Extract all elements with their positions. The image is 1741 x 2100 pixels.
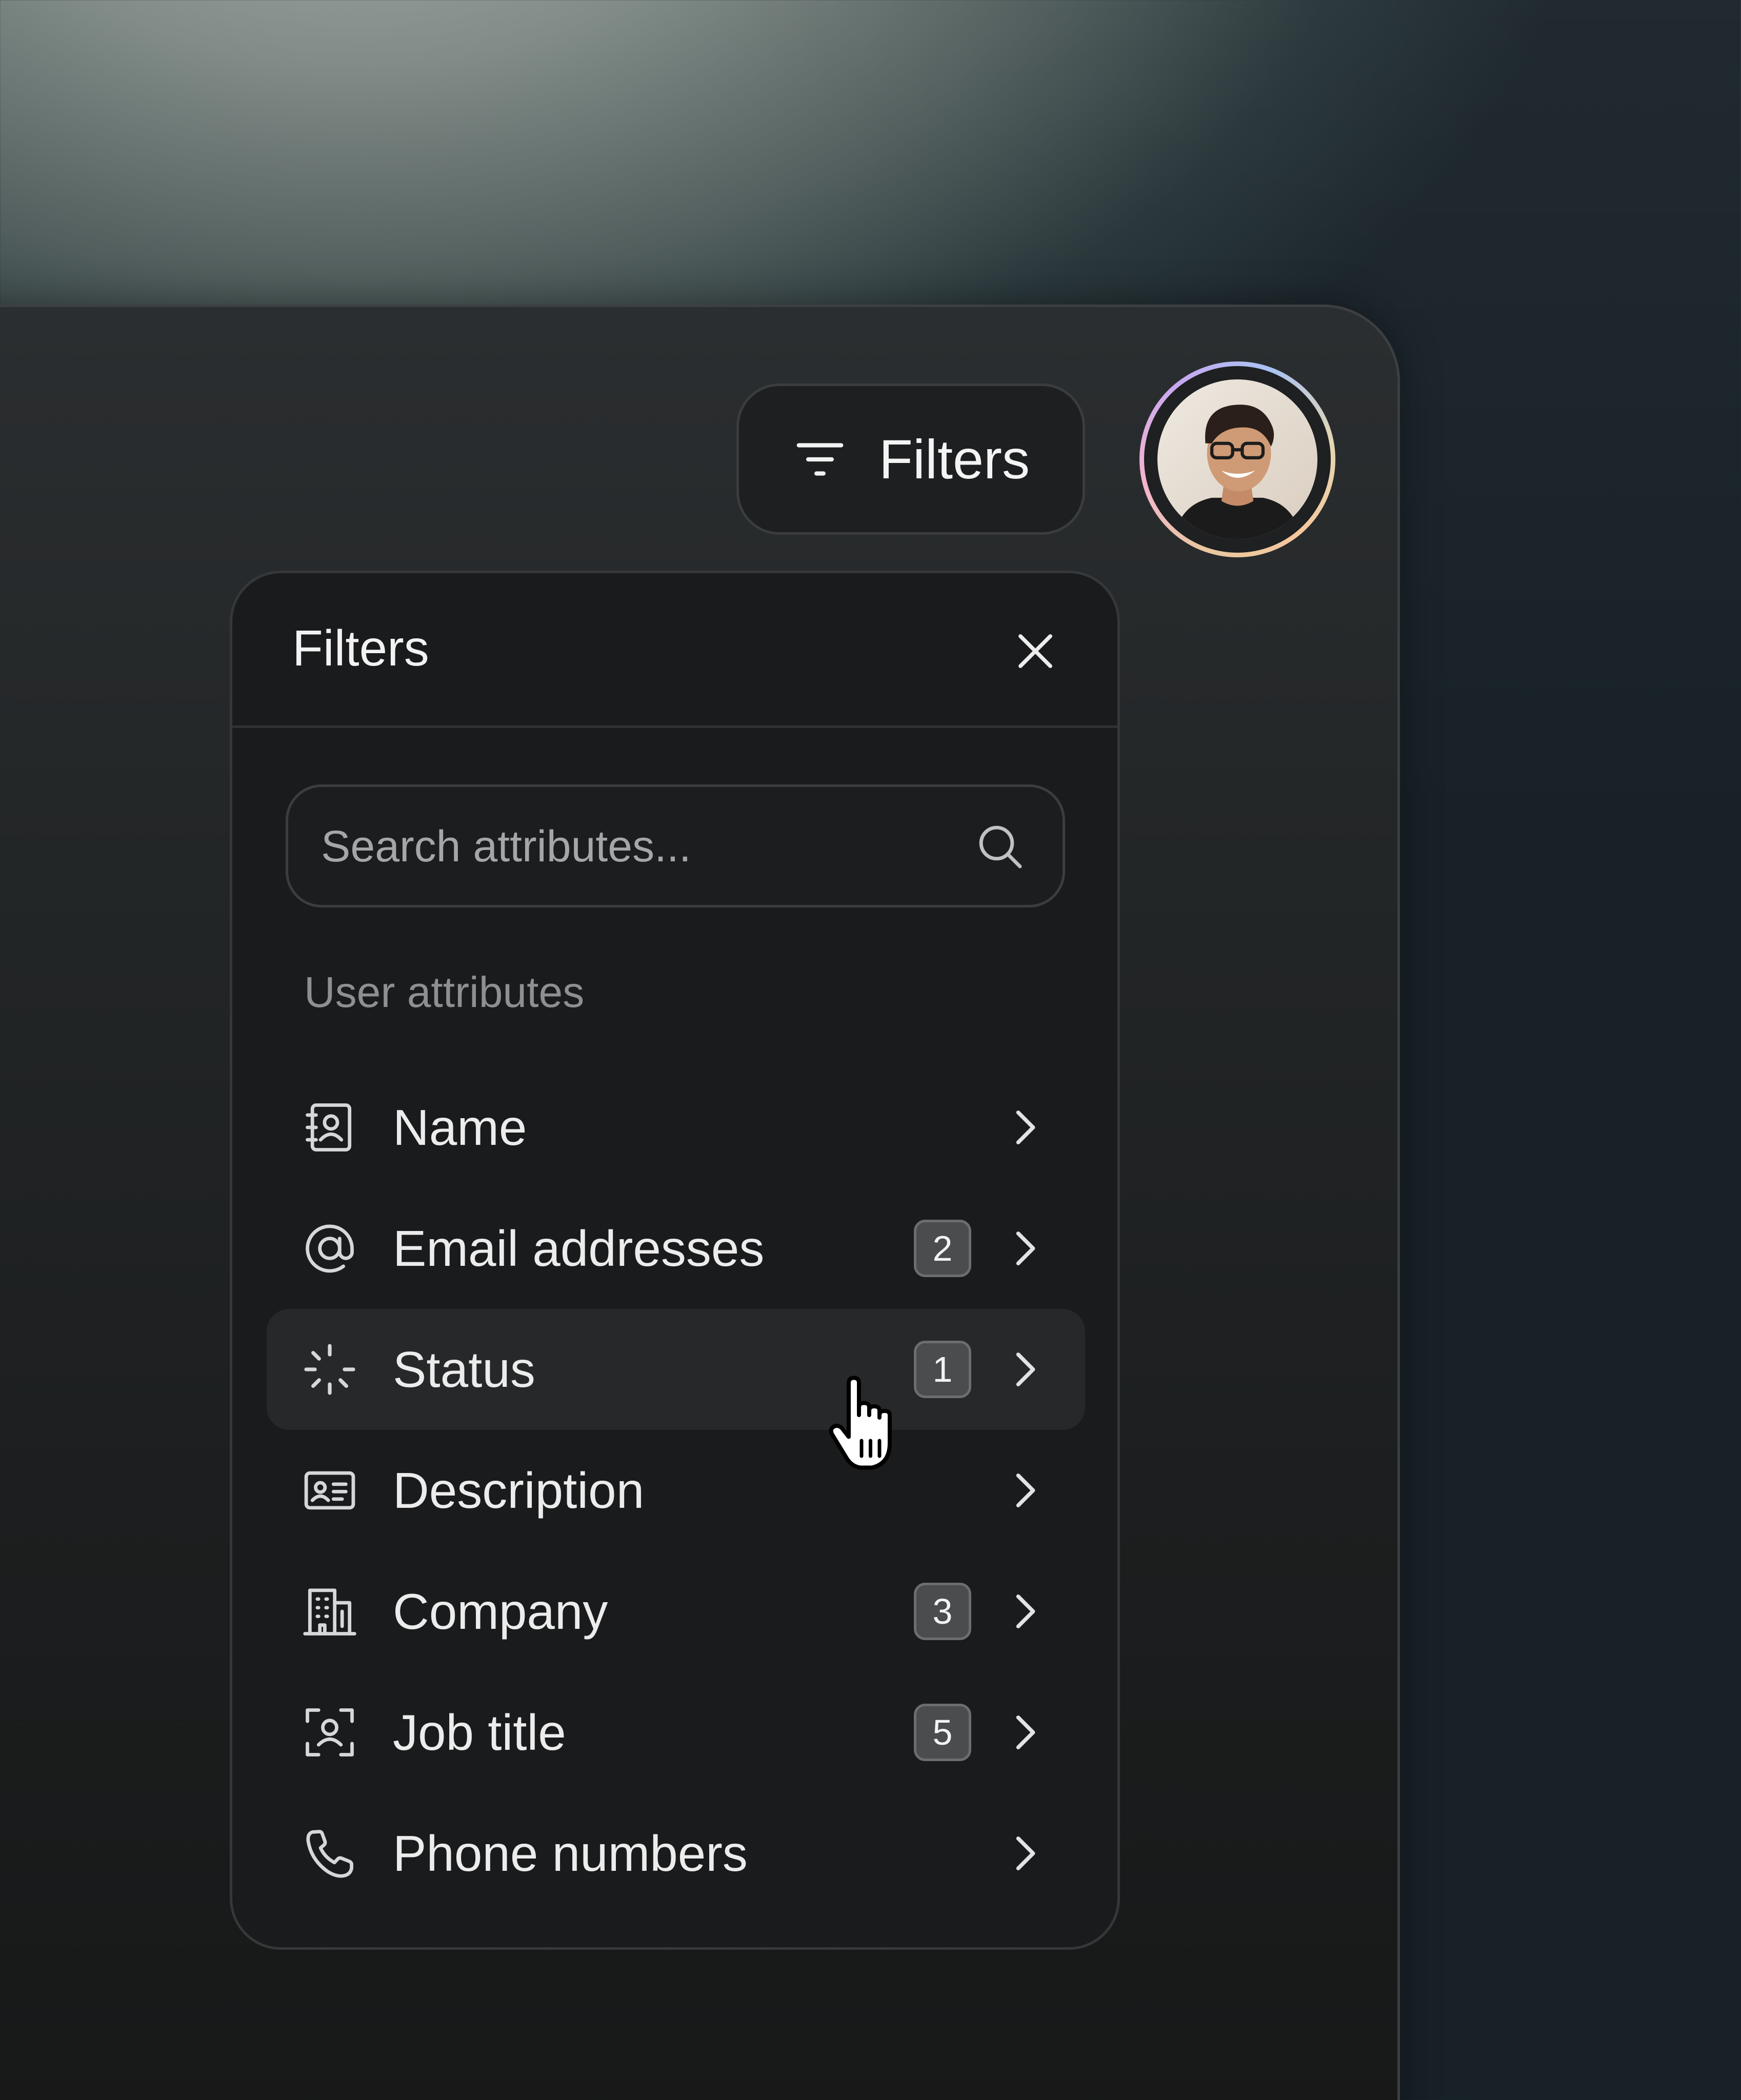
count-badge: 1 (914, 1341, 971, 1398)
panel-title: Filters (292, 620, 429, 676)
search-input[interactable] (320, 787, 948, 906)
list-item-label: Email addresses (393, 1220, 765, 1277)
list-item-phone-numbers[interactable]: Phone numbers (267, 1793, 1085, 1914)
chevron-right-icon (999, 1707, 1050, 1758)
loader-icon (300, 1340, 359, 1399)
list-item-label: Phone numbers (393, 1825, 748, 1882)
close-icon (1018, 634, 1052, 668)
filters-panel: Filters User attributes (230, 571, 1120, 1950)
chevron-right-icon (999, 1344, 1050, 1395)
attribute-list: Name Email addresses 2 Status 1 Descript… (267, 1067, 1085, 1914)
section-label: User attributes (304, 968, 585, 1016)
list-item-label: Job title (393, 1704, 566, 1761)
phone-icon (300, 1824, 359, 1883)
list-item-job-title[interactable]: Job title 5 (267, 1672, 1085, 1793)
filters-button-label: Filters (879, 428, 1030, 490)
at-sign-icon (300, 1219, 359, 1278)
building-icon (300, 1582, 359, 1641)
filters-button[interactable]: Filters (736, 383, 1085, 535)
close-button[interactable] (1010, 625, 1061, 677)
count-badge: 5 (914, 1704, 971, 1761)
list-item-status[interactable]: Status 1 (267, 1309, 1085, 1430)
user-avatar (1157, 379, 1317, 539)
list-item-name[interactable]: Name (267, 1067, 1085, 1188)
list-item-email-addresses[interactable]: Email addresses 2 (267, 1188, 1085, 1309)
search-icon[interactable] (973, 820, 1027, 873)
chevron-right-icon (999, 1586, 1050, 1637)
search-box (286, 784, 1065, 907)
list-item-label: Name (393, 1099, 527, 1156)
chevron-right-icon (999, 1828, 1050, 1879)
chevron-right-icon (999, 1223, 1050, 1274)
count-badge: 3 (914, 1583, 971, 1640)
id-card-icon (300, 1461, 359, 1520)
list-item-label: Status (393, 1341, 535, 1398)
chevron-right-icon (999, 1465, 1050, 1516)
count-badge: 2 (914, 1220, 971, 1277)
list-item-label: Company (393, 1583, 608, 1640)
user-focus-icon (300, 1703, 359, 1762)
chevron-right-icon (999, 1102, 1050, 1153)
user-avatar-button[interactable] (1139, 361, 1335, 557)
panel-header: Filters (232, 573, 1117, 728)
filter-lines-icon (792, 431, 848, 488)
list-item-label: Description (393, 1462, 645, 1519)
contact-book-icon (300, 1098, 359, 1157)
list-item-description[interactable]: Description (267, 1430, 1085, 1551)
list-item-company[interactable]: Company 3 (267, 1551, 1085, 1672)
